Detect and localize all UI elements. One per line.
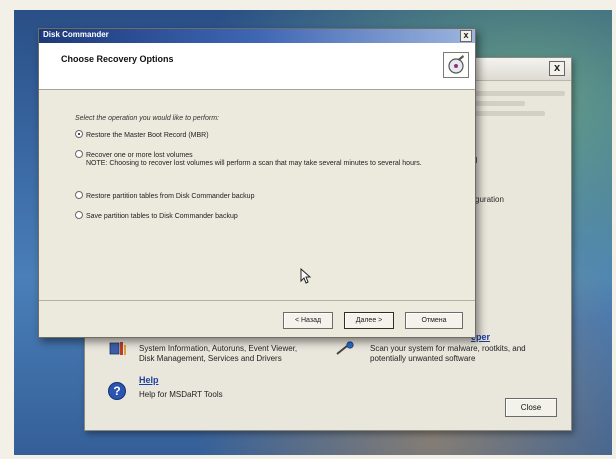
- help-icon[interactable]: ?: [107, 381, 127, 401]
- option-restore-mbr-label: Restore the Master Boot Record (MBR): [86, 132, 209, 139]
- option-save-partition-tables[interactable]: Save partition tables to Disk Commander …: [75, 211, 238, 221]
- next-button[interactable]: Далее >: [344, 312, 394, 329]
- disk-commander-dialog: Disk Commander x Choose Recovery Options…: [38, 28, 476, 338]
- radio-save-partition-tables[interactable]: [75, 211, 83, 219]
- option-recover-volumes-note: NOTE: Choosing to recover lost volumes w…: [86, 160, 422, 167]
- dialog-header: Choose Recovery Options: [39, 43, 475, 90]
- disk-commander-logo-icon: [443, 52, 469, 78]
- dialog-separator: [39, 300, 475, 301]
- desktop-background: x ol figuration eper System Information,…: [14, 10, 612, 455]
- option-recover-volumes[interactable]: Recover one or more lost volumes NOTE: C…: [75, 150, 422, 168]
- dialog-body: Select the operation you would like to p…: [39, 90, 475, 300]
- help-desc: Help for MSDaRT Tools: [139, 390, 223, 399]
- mouse-cursor-icon: [300, 267, 312, 285]
- photo-frame: x ol figuration eper System Information,…: [0, 0, 616, 459]
- scanner-desc: Scan your system for malware, rootkits, …: [370, 344, 526, 363]
- radio-restore-mbr[interactable]: [75, 130, 83, 138]
- dialog-close-icon[interactable]: x: [460, 30, 472, 42]
- option-save-partition-tables-label: Save partition tables to Disk Commander …: [86, 213, 238, 220]
- svg-text:?: ?: [113, 384, 120, 398]
- option-restore-partition-tables-label: Restore partition tables from Disk Comma…: [86, 193, 255, 200]
- system-tools-icon: [109, 341, 127, 357]
- back-button[interactable]: < Назад: [283, 312, 333, 329]
- help-link[interactable]: Help: [139, 375, 159, 386]
- cancel-button[interactable]: Отмена: [405, 312, 463, 329]
- dialog-title: Disk Commander: [43, 30, 109, 39]
- help-title[interactable]: Help: [139, 375, 159, 385]
- system-tools-desc: System Information, Autoruns, Event View…: [139, 344, 298, 363]
- option-restore-partition-tables[interactable]: Restore partition tables from Disk Comma…: [75, 191, 254, 201]
- msdart-close-icon[interactable]: x: [549, 61, 565, 76]
- scanner-icon: [335, 341, 357, 357]
- radio-recover-volumes[interactable]: [75, 150, 83, 158]
- operation-prompt: Select the operation you would like to p…: [75, 115, 219, 122]
- dialog-titlebar: Disk Commander x: [39, 29, 475, 43]
- msdart-close-button[interactable]: Close: [505, 398, 557, 417]
- dialog-heading: Choose Recovery Options: [61, 54, 174, 64]
- option-recover-volumes-label: Recover one or more lost volumes: [86, 152, 193, 159]
- option-restore-mbr[interactable]: Restore the Master Boot Record (MBR): [75, 130, 209, 140]
- radio-restore-partition-tables[interactable]: [75, 191, 83, 199]
